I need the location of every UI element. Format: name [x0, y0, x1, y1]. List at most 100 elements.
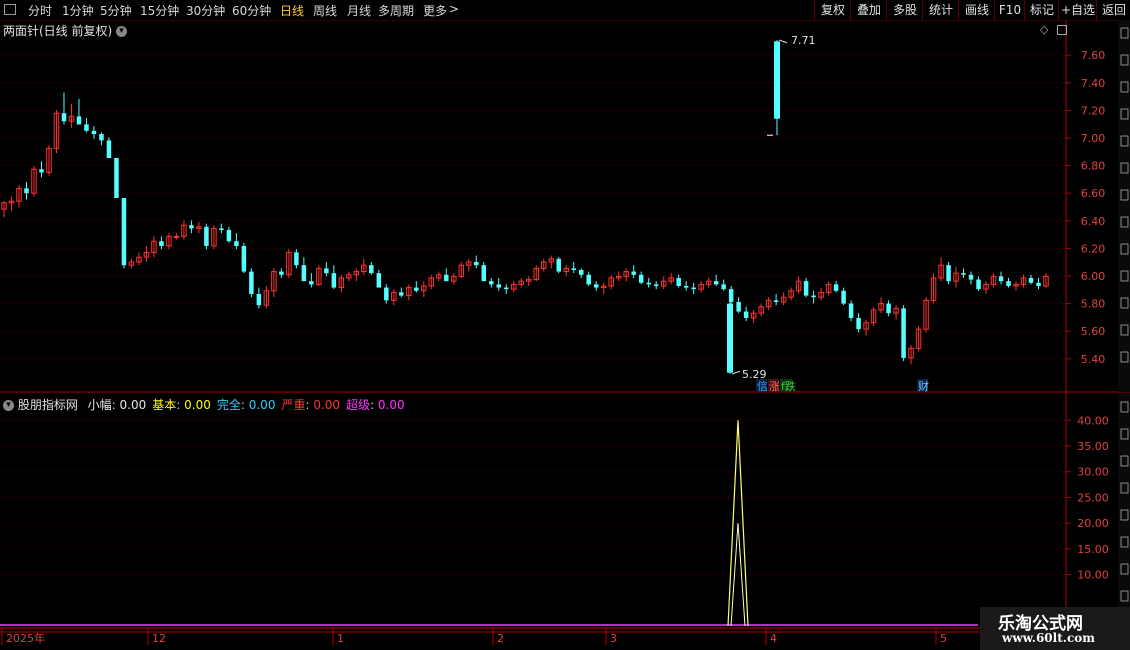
- price-label: 5.80: [1081, 298, 1106, 311]
- price-label: 7.20: [1081, 104, 1106, 117]
- candle-body: [631, 271, 636, 275]
- candle-body: [1036, 282, 1041, 286]
- candle-body: [968, 274, 974, 280]
- indicator-item-colon: :: [240, 398, 249, 412]
- indicator-item-value: 0.00: [313, 398, 341, 412]
- indicator-scale-label: 20.00: [1077, 517, 1109, 530]
- candle-body: [841, 290, 846, 304]
- indicator-item-4: 超级: 0.00: [346, 398, 405, 412]
- indicator-title: 股朋指标网: [17, 398, 78, 412]
- indicator-item-value: 0.00: [119, 398, 147, 412]
- candle-body: [24, 188, 29, 194]
- candle-body: [1006, 281, 1011, 286]
- candle-body: [571, 268, 576, 270]
- candle-body: [743, 311, 749, 318]
- indicator-item-label: 小幅: [87, 398, 112, 412]
- price-label: 5.40: [1081, 353, 1106, 366]
- low-pointer: [731, 370, 741, 375]
- indicator-item-label: 严重: [281, 398, 306, 412]
- indicator-title-bar: ▾ 股朋指标网 小幅: 0.00 基本: 0.00 完全: 0.00 严重: 0.00…: [3, 396, 405, 413]
- candle-body: [241, 245, 247, 272]
- candle-body: [384, 287, 389, 301]
- price-label: 7.00: [1081, 132, 1106, 145]
- indicator-scale-label: 10.00: [1077, 569, 1109, 582]
- indicator-item-label: 完全: [216, 398, 241, 412]
- candle-body: [901, 308, 906, 358]
- indicator-spike-inner: [730, 523, 746, 627]
- candle-body: [811, 295, 816, 298]
- indicator-item-label: 超级: [346, 398, 371, 412]
- candle-body: [444, 274, 449, 282]
- candle-body: [84, 124, 89, 131]
- high-price-label: 7.71: [791, 34, 816, 47]
- candle-body: [399, 292, 404, 296]
- candle-body: [294, 252, 299, 266]
- event-marker-2: f跌: [781, 379, 796, 393]
- event-marker-3: 财: [918, 379, 929, 393]
- candle-body: [331, 273, 337, 288]
- price-label: 6.40: [1081, 215, 1106, 228]
- candle-body: [204, 226, 209, 246]
- stock-title: 两面针(日线 前复权): [3, 24, 113, 38]
- candle-body: [114, 158, 119, 199]
- candle-body: [586, 274, 591, 285]
- date-label: 4: [770, 632, 777, 645]
- candle-body: [721, 284, 726, 290]
- candle-body: [489, 281, 494, 285]
- candle-body: [376, 273, 382, 288]
- indicator-scale-label: 15.00: [1077, 543, 1109, 556]
- candle-body: [309, 281, 314, 285]
- event-marker-1: 涨: [769, 380, 780, 393]
- candle-body: [638, 274, 644, 283]
- stock-title-dropdown-icon[interactable]: ▾: [116, 26, 128, 37]
- indicator-item-value: 0.00: [248, 398, 276, 412]
- watermark-url: www.60lt.com: [1002, 631, 1095, 645]
- candle-body: [653, 284, 659, 286]
- chart-canvas[interactable]: 7.60 7.40 7.20 7.00 6.80 6.60 6.40 6.20 6.00 5.80…: [0, 0, 1130, 650]
- indicator-item-value: 0.00: [377, 398, 405, 412]
- price-label: 6.20: [1081, 242, 1106, 255]
- candle-body: [226, 229, 232, 242]
- candle-body: [369, 265, 374, 274]
- price-label: 6.00: [1081, 270, 1106, 283]
- candle-body: [159, 241, 164, 246]
- candle-body: [961, 273, 966, 275]
- side-info-strip: [1118, 20, 1130, 392]
- date-label: 5: [940, 632, 947, 645]
- high-candle-body: [774, 41, 780, 119]
- candle-body: [728, 289, 734, 302]
- candle-body: [173, 235, 180, 238]
- diamond-icon[interactable]: ◇: [1040, 23, 1048, 36]
- candle-body: [76, 116, 82, 125]
- candle-body: [301, 265, 307, 282]
- candle-body: [496, 284, 502, 288]
- candle-body: [886, 303, 891, 314]
- indicator-item-2: 完全: 0.00: [217, 398, 276, 412]
- date-label: 2025年: [6, 631, 45, 645]
- candle-body: [474, 261, 479, 266]
- candle-body: [848, 303, 854, 318]
- indicator-dropdown-icon[interactable]: ▾: [3, 400, 14, 411]
- candle-body: [61, 113, 67, 122]
- indicator-scale-label: 25.00: [1077, 491, 1109, 504]
- date-label: 12: [152, 632, 166, 645]
- candle-body: [121, 198, 127, 266]
- watermark: 乐淘公式网 www.60lt.com: [980, 607, 1130, 650]
- candle-body: [736, 301, 741, 312]
- indicator-item-1: 基本: 0.00: [152, 398, 211, 412]
- stock-title-bar: 两面针(日线 前复权) ▾: [3, 22, 128, 39]
- price-label: 6.80: [1081, 160, 1106, 173]
- candle-body: [39, 169, 44, 173]
- high-pointer: [778, 39, 788, 44]
- square-icon[interactable]: [1057, 25, 1067, 35]
- event-marker-0: 信: [757, 380, 768, 393]
- candle-body: [189, 225, 194, 229]
- candle-body: [1028, 277, 1034, 283]
- date-label: 3: [610, 632, 617, 645]
- candle-body: [856, 317, 861, 330]
- candle-body: [946, 265, 951, 282]
- date-label: 2: [497, 632, 504, 645]
- candle-body: [249, 271, 254, 294]
- price-label: 6.60: [1081, 187, 1106, 200]
- indicator-scale-label: 35.00: [1077, 440, 1109, 453]
